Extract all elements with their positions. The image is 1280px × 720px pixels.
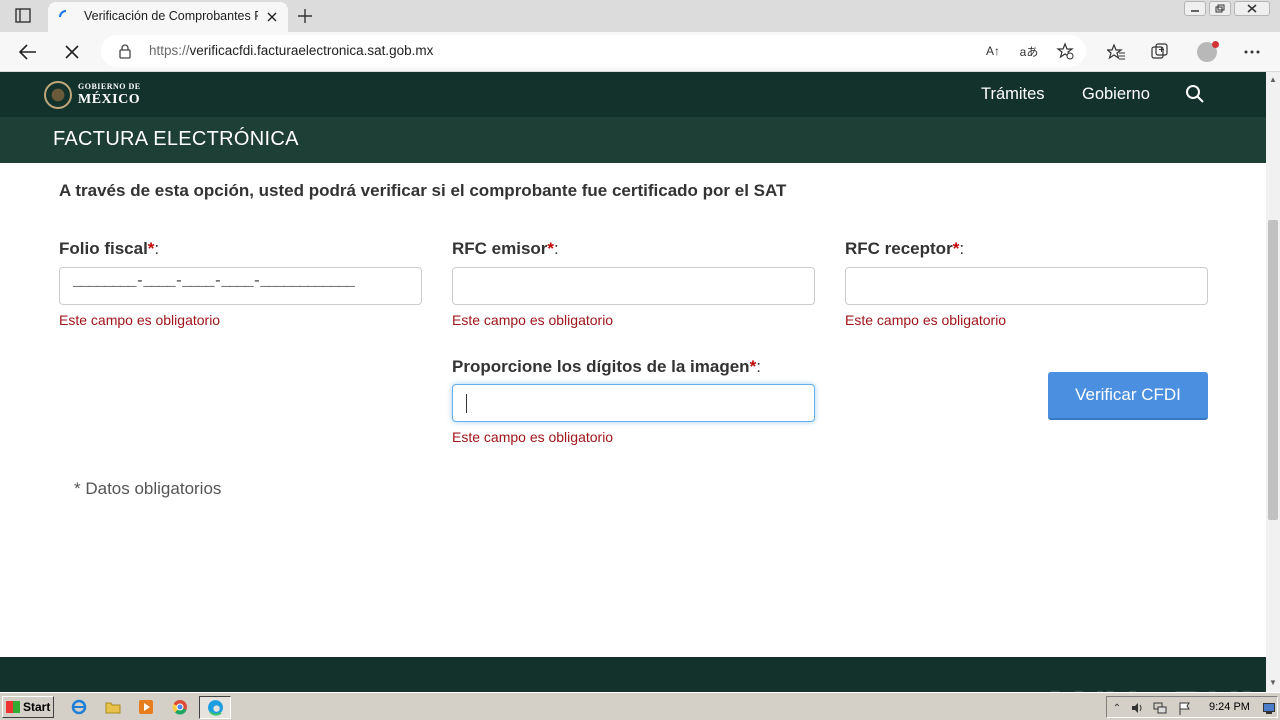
verificar-cfdi-button[interactable]: Verificar CFDI <box>1048 372 1208 420</box>
internet-explorer-icon[interactable] <box>70 698 88 716</box>
address-bar[interactable]: https://verificacfdi.facturaelectronica.… <box>101 35 1086 67</box>
action-center-flag-icon[interactable] <box>1177 701 1191 715</box>
profile-avatar[interactable] <box>1196 41 1219 63</box>
system-tray: ⌃ 9:24 PM <box>1106 696 1278 718</box>
show-hidden-icons-icon[interactable]: ⌃ <box>1110 701 1124 715</box>
start-button[interactable]: Start <box>2 696 54 718</box>
government-header: GOBIERNO DE MÉXICO Trámites Gobierno <box>0 72 1266 117</box>
vertical-scrollbar[interactable]: ▲ ▼ <box>1266 72 1280 692</box>
nav-tramites[interactable]: Trámites <box>981 85 1045 104</box>
search-icon[interactable] <box>1185 84 1205 104</box>
restore-icon[interactable] <box>1209 1 1231 16</box>
more-options-icon[interactable] <box>1241 41 1263 63</box>
section-title: FACTURA ELECTRÓNICA <box>53 128 299 150</box>
nav-gobierno[interactable]: Gobierno <box>1082 85 1150 104</box>
folio-fiscal-mask: ________-____-____-____-____________ <box>73 273 355 290</box>
start-label: Start <box>23 700 51 714</box>
network-icon[interactable] <box>1153 701 1167 715</box>
scrollbar-thumb[interactable] <box>1268 220 1278 520</box>
show-desktop-icon[interactable] <box>1262 701 1276 715</box>
web-page: GOBIERNO DE MÉXICO Trámites Gobierno FAC… <box>0 72 1266 692</box>
minimize-icon[interactable] <box>1184 1 1206 16</box>
url-text[interactable]: https://verificacfdi.facturaelectronica.… <box>149 43 433 58</box>
national-seal-icon <box>44 81 72 109</box>
browser-tab[interactable]: Verificación de Comprobantes Fi <box>48 2 288 32</box>
captcha-error: Este campo es obligatorio <box>452 429 614 445</box>
folio-fiscal-input[interactable]: ________-____-____-____-____________ <box>59 267 422 305</box>
captcha-label: Proporcione los dígitos de la imagen*: <box>452 357 761 376</box>
windows-flag-icon <box>6 701 20 713</box>
windows-taskbar: Start ⌃ 9:24 PM <box>0 692 1280 720</box>
form-intro: A través de esta opción, usted podrá ver… <box>59 181 787 200</box>
section-header: FACTURA ELECTRÓNICA <box>0 117 1266 163</box>
media-player-icon[interactable] <box>137 698 155 716</box>
favorites-icon[interactable] <box>1105 41 1127 63</box>
rfc-emisor-error: Este campo es obligatorio <box>452 312 614 328</box>
new-tab-icon[interactable] <box>294 5 316 27</box>
rfc-receptor-input[interactable] <box>845 267 1208 305</box>
rfc-emisor-input[interactable] <box>452 267 815 305</box>
rfc-receptor-error: Este campo es obligatorio <box>845 312 1007 328</box>
read-aloud-icon[interactable]: A↑ <box>983 41 1003 61</box>
taskbar-clock[interactable]: 9:24 PM <box>1209 701 1250 713</box>
captcha-input[interactable] <box>452 384 815 422</box>
anyrun-watermark: ANY▷RUN <box>1038 680 1266 692</box>
lock-icon[interactable] <box>118 43 132 59</box>
file-explorer-icon[interactable] <box>104 698 122 716</box>
logo-line-1: GOBIERNO DE <box>78 82 141 91</box>
scroll-up-arrow-icon[interactable]: ▲ <box>1269 75 1277 84</box>
browser-tab-bar: Verificación de Comprobantes Fi <box>0 0 1280 32</box>
chrome-icon[interactable] <box>171 698 189 716</box>
edge-icon <box>208 700 223 716</box>
collections-icon[interactable] <box>1149 41 1171 63</box>
required-fields-note: * Datos obligatorios <box>74 479 222 498</box>
translate-icon[interactable]: aあ <box>1019 41 1039 61</box>
scroll-down-arrow-icon[interactable]: ▼ <box>1269 678 1277 687</box>
volume-icon[interactable] <box>1130 701 1144 715</box>
rfc-receptor-label: RFC receptor*: <box>845 239 965 258</box>
folio-fiscal-error: Este campo es obligatorio <box>59 312 221 328</box>
folio-fiscal-label: Folio fiscal*: <box>59 239 160 258</box>
edge-taskbar-button[interactable] <box>199 696 231 719</box>
profile-icon <box>1197 41 1219 62</box>
gobierno-mexico-logo[interactable]: GOBIERNO DE MÉXICO <box>44 81 141 109</box>
tab-actions-icon[interactable] <box>14 7 32 24</box>
stop-loading-icon[interactable] <box>60 40 84 64</box>
add-favorite-icon[interactable] <box>1055 41 1075 61</box>
text-caret <box>466 394 467 413</box>
close-window-icon[interactable] <box>1234 1 1270 16</box>
tab-title: Verificación de Comprobantes Fi <box>84 9 258 23</box>
logo-line-2: MÉXICO <box>78 92 141 107</box>
address-bar-row: https://verificacfdi.facturaelectronica.… <box>0 32 1280 72</box>
close-tab-icon[interactable] <box>263 8 281 26</box>
loading-spinner-icon <box>59 10 67 18</box>
back-arrow-icon[interactable] <box>16 40 40 64</box>
rfc-emisor-label: RFC emisor*: <box>452 239 559 258</box>
